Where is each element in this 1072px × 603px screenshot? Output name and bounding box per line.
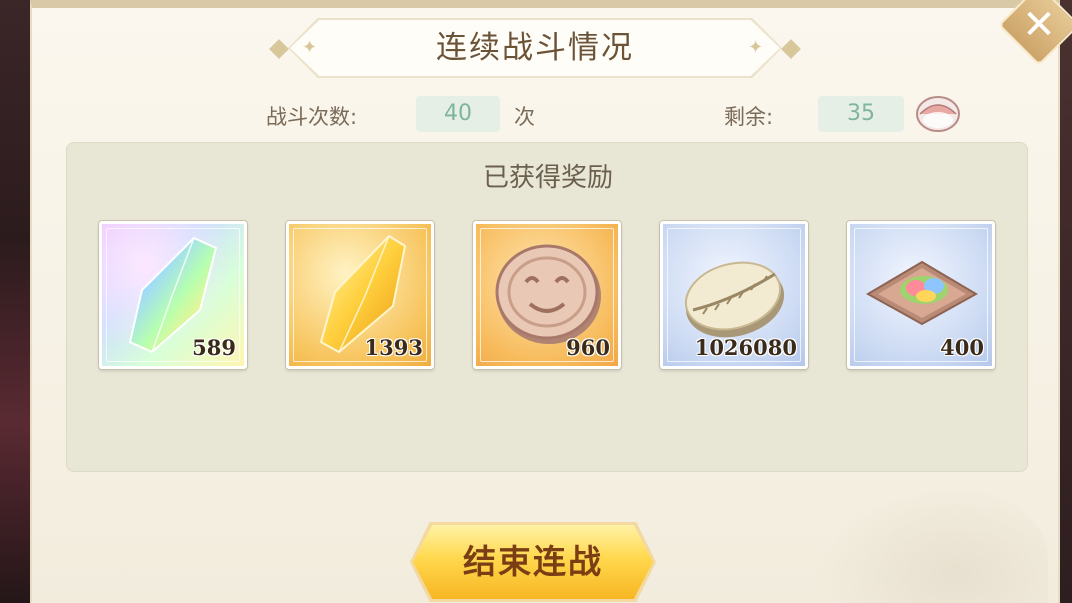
title-left-sparkle-icon: ✦	[302, 37, 318, 58]
reward-item-rainbow-crystal[interactable]: 589	[99, 221, 247, 369]
reward-count: 960	[566, 335, 610, 360]
reward-count: 400	[940, 335, 984, 360]
close-icon: ✕	[1022, 2, 1056, 48]
game-backdrop-left	[0, 0, 34, 603]
end-battle-button[interactable]: 结束连战	[410, 522, 656, 602]
rewards-title: 已获得奖励	[482, 163, 613, 193]
stamina-icon	[916, 96, 960, 132]
battle-count-label: 战斗次数:	[266, 105, 358, 129]
reward-count: 1026080	[694, 335, 797, 360]
battle-count-value: 40	[416, 96, 500, 132]
reward-item-cloth-bundle[interactable]: 400	[847, 221, 995, 369]
remaining-value: 35	[818, 96, 904, 132]
leaf-decoration	[818, 483, 1048, 603]
remaining-label: 剩余:	[724, 105, 774, 129]
title-banner: 连续战斗情况	[288, 18, 782, 78]
reward-item-coin[interactable]: 960	[473, 221, 621, 369]
title-right-sparkle-icon: ✦	[748, 37, 764, 58]
reward-item-gold-crystal[interactable]: 1393	[286, 221, 434, 369]
close-button[interactable]: ✕	[997, 0, 1072, 67]
rewards-panel: 已获得奖励 589 1393 960 1026080 400	[66, 142, 1028, 472]
end-battle-button-label: 结束连战	[463, 542, 603, 581]
reward-count: 1393	[364, 335, 423, 360]
reward-count: 589	[192, 335, 236, 360]
battle-count-unit: 次	[514, 105, 535, 129]
reward-item-cowrie-shell[interactable]: 1026080	[660, 221, 808, 369]
dialog-title: 连续战斗情况	[436, 30, 634, 66]
